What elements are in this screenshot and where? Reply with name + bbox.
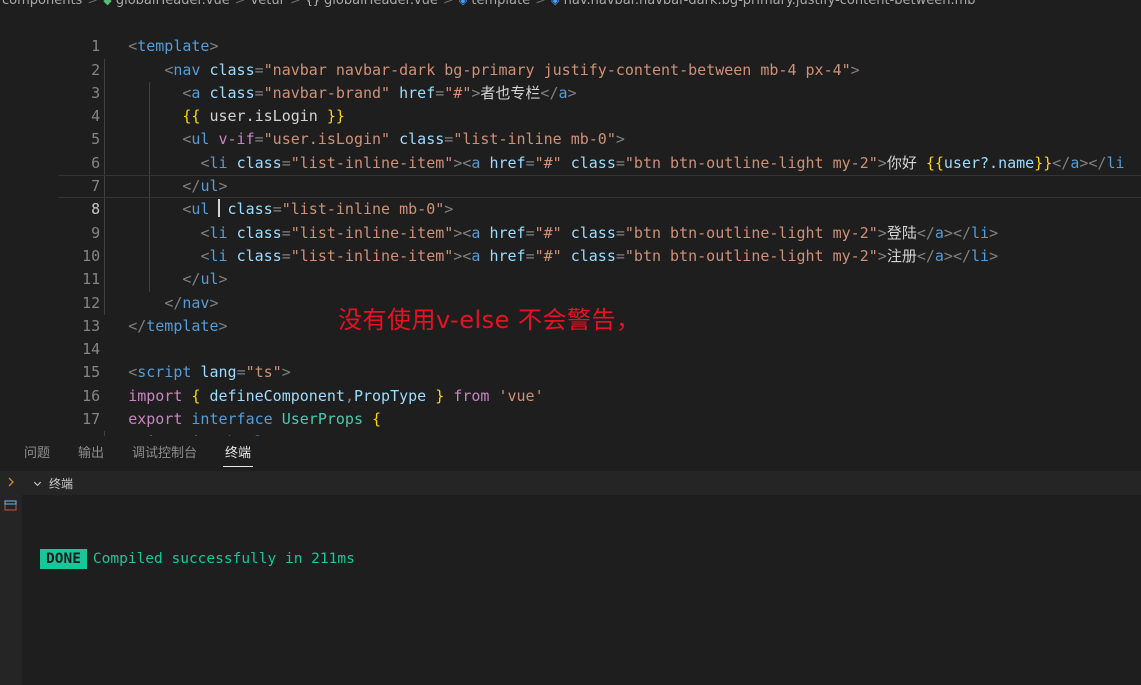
module-icon: {} (305, 0, 320, 7)
code-line-12[interactable]: 12 </nav> (0, 268, 1141, 315)
breadcrumb-item-components[interactable]: components (2, 0, 82, 8)
breadcrumb-item-template[interactable]: template (471, 0, 530, 8)
terminal-panel-icon[interactable] (2, 497, 20, 515)
tab-output[interactable]: 输出 (68, 436, 114, 471)
code-line-3[interactable]: 3 <a class="navbar-brand" href="#">者也专栏<… (0, 59, 1141, 106)
vscode-window: components > ◆ globalHeader.vue > vetur > {} g… (0, 0, 1141, 685)
terminal-blank (40, 669, 1141, 685)
panel-side-gutter (0, 471, 22, 685)
breadcrumb-separator: > (289, 0, 301, 8)
breadcrumb-item-globalheader-symbol[interactable]: globalHeader.vue (324, 0, 438, 8)
compiled-message: Compiled successfully in 211ms (92, 551, 355, 567)
code-line-4[interactable]: 4 {{ user.isLogin }} (0, 82, 1141, 129)
tag-icon: ◈ (458, 0, 468, 7)
breadcrumb[interactable]: components > ◆ globalHeader.vue > vetur > {} g… (0, 0, 1141, 12)
terminal-output[interactable]: DONECompiled successfully in 211ms App r… (22, 495, 1141, 685)
panel-body: 终端 DONECompiled successfully in 211ms Ap… (0, 471, 1141, 685)
code-line-7[interactable]: 7 </ul> (0, 152, 1141, 199)
code-line-16[interactable]: 16 import { defineComponent,PropType } fr… (0, 361, 1141, 405)
breadcrumb-separator: > (87, 0, 99, 8)
tag-icon: ◈ (551, 0, 560, 7)
code-line-1[interactable]: 1 <template> (0, 12, 1141, 55)
terminal-section-header[interactable]: 终端 (22, 471, 1141, 495)
terminal-blank (40, 609, 1141, 629)
breadcrumb-separator: > (535, 0, 546, 8)
vue-file-icon: ◆ (103, 0, 112, 7)
code-line-5[interactable]: 5 <ul v-if="user.isLogin" class="list-in… (0, 105, 1141, 152)
breadcrumb-item-globalheader[interactable]: globalHeader.vue (116, 0, 230, 8)
code-line-2[interactable]: 2 <nav class="navbar navbar-dark bg-prim… (0, 35, 1141, 82)
breadcrumb-separator: > (442, 0, 454, 8)
tab-problems[interactable]: 问题 (14, 436, 60, 471)
done-badge: DONE (40, 549, 87, 569)
chevron-right-icon[interactable] (2, 473, 20, 491)
breadcrumb-item-nav[interactable]: nav.navbar.navbar-dark.bg-primary.justif… (564, 0, 976, 8)
code-line-6[interactable]: 6 <li class="list-inline-item"><a href="… (0, 128, 1141, 176)
terminal-line-done: DONE Compiled successfully in 211ms (40, 549, 1141, 569)
tab-debug-console[interactable]: 调试控制台 (122, 436, 207, 471)
code-line-11[interactable]: 11 </ul> (0, 245, 1141, 292)
panel-tab-bar: 问题 输出 调试控制台 终端 (0, 436, 1141, 471)
breadcrumb-item-vetur[interactable]: vetur (251, 0, 285, 8)
chevron-down-icon[interactable] (32, 478, 43, 489)
breadcrumb-separator: > (234, 0, 246, 8)
bottom-panel: 问题 输出 调试控制台 终端 终端 DONE Compiled successf… (0, 436, 1141, 685)
code-line-18[interactable]: 18 isLogin: boolean; (0, 408, 1141, 436)
tab-terminal[interactable]: 终端 (215, 436, 261, 471)
terminal-header-label: 终端 (49, 476, 74, 491)
code-line-9[interactable]: 9 <li class="list-inline-item"><a href="… (0, 198, 1141, 245)
red-annotation: 没有使用v-else 不会警告， (338, 306, 641, 334)
code-line-15[interactable]: 15 <script lang="ts"> (0, 338, 1141, 381)
code-line-10[interactable]: 10 <li class="list-inline-item"><a href=… (0, 222, 1141, 269)
code-editor[interactable]: 1 <template> 2 <nav class="navbar navbar-… (0, 12, 1141, 436)
code-line-17[interactable]: 17 export interface UserProps { (0, 385, 1141, 428)
code-line-8[interactable]: 8 <ul class="list-inline mb-0"> (0, 175, 1141, 222)
